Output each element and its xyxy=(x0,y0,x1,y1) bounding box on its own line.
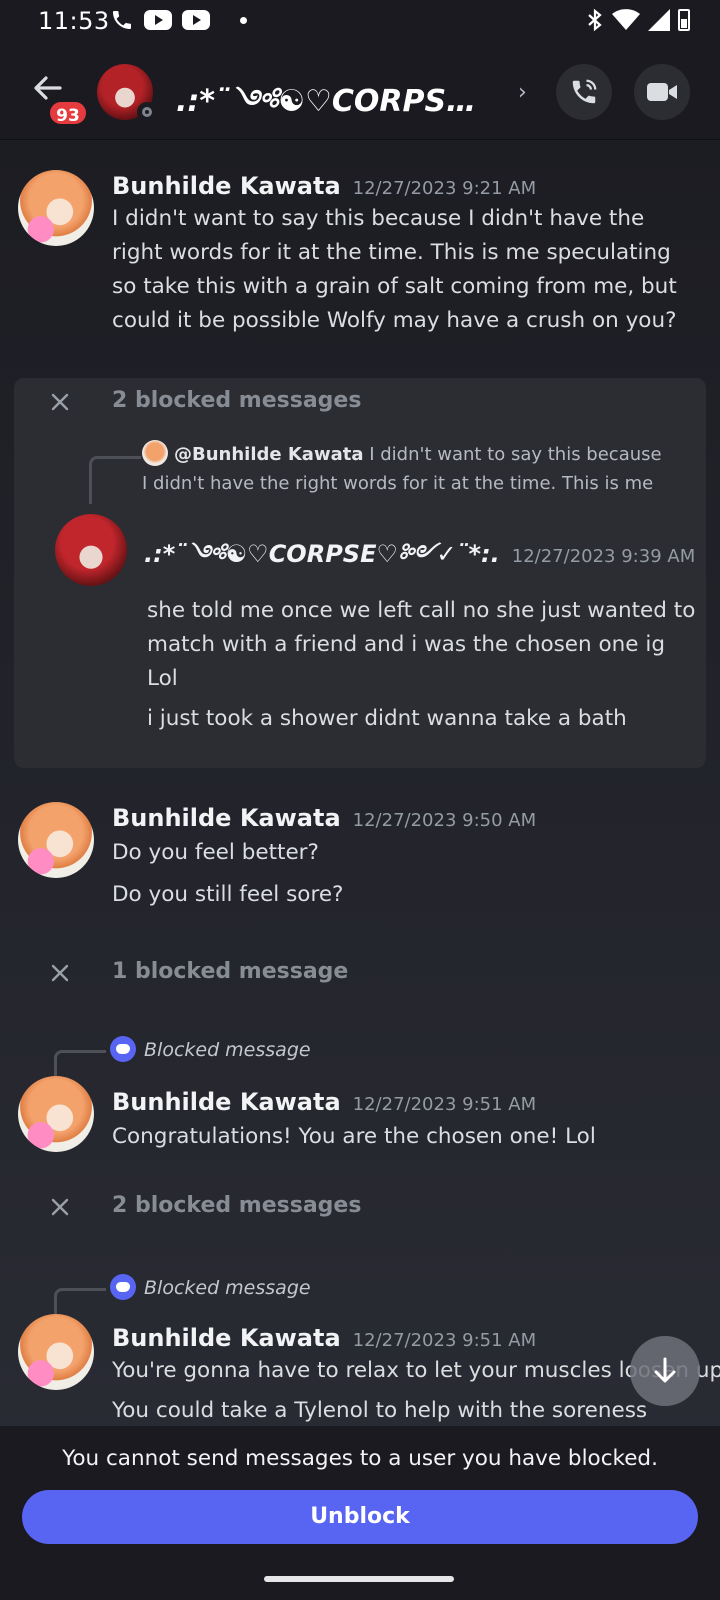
message-author[interactable]: Bunhilde Kawata 12/27/2023 9:51 AM xyxy=(112,1324,536,1352)
blocked-messages-label[interactable]: 2 blocked messages xyxy=(112,388,361,413)
close-icon[interactable] xyxy=(48,390,72,414)
blocked-messages-row[interactable]: 2 blocked messages xyxy=(0,1189,720,1229)
message-timestamp: 12/27/2023 9:21 AM xyxy=(352,178,537,199)
author-name[interactable]: .:*¨༺☯︎♡CORPSE♡༻✓¨*:. xyxy=(144,540,500,568)
blocked-footer: You cannot send messages to a user you h… xyxy=(0,1426,720,1600)
message-author[interactable]: Bunhilde Kawata 12/27/2023 9:50 AM xyxy=(112,804,536,832)
message-line: she told me once we left call no she jus… xyxy=(147,598,696,623)
message-line: Lol xyxy=(147,666,178,691)
blocked-messages-label[interactable]: 2 blocked messages xyxy=(112,1193,361,1218)
author-name[interactable]: Bunhilde Kawata xyxy=(112,1088,341,1116)
status-icons-left xyxy=(110,8,247,32)
author-name[interactable]: Bunhilde Kawata xyxy=(112,1324,341,1352)
youtube-icon xyxy=(182,10,210,30)
message-line: match with a friend and i was the chosen… xyxy=(147,632,665,657)
reply-spine xyxy=(89,456,141,504)
blocked-reply-label: Blocked message xyxy=(144,1277,311,1299)
avatar[interactable] xyxy=(55,514,127,586)
message-author[interactable]: .:*¨༺☯︎♡CORPSE♡༻✓¨*:. 12/27/2023 9:39 AM xyxy=(144,528,695,595)
reply-reference[interactable]: Blocked message xyxy=(110,1274,311,1300)
home-indicator[interactable] xyxy=(264,1576,454,1582)
chat-screen: 11:53 93 .:*¨༺☯︎♡CORPSE♡... › Bunhilde K… xyxy=(0,0,720,1600)
message[interactable]: Blocked message Bunhilde Kawata 12/27/202… xyxy=(0,1274,720,1424)
voice-call-button[interactable] xyxy=(556,64,612,120)
message[interactable]: Bunhilde Kawata 12/27/2023 9:21 AM I didn… xyxy=(0,170,720,350)
unblock-button[interactable]: Unblock xyxy=(22,1490,698,1544)
arrow-down-icon xyxy=(654,1357,676,1383)
chat-header: 93 .:*¨༺☯︎♡CORPSE♡... › xyxy=(0,42,720,140)
reply-text: I didn't want to say this because xyxy=(363,444,662,465)
blocked-messages-row[interactable]: 1 blocked message xyxy=(0,955,720,995)
message-line: Do you feel better? xyxy=(112,840,319,865)
message-line: i just took a shower didnt wanna take a … xyxy=(147,706,627,731)
message[interactable]: Blocked message Bunhilde Kawata 12/27/202… xyxy=(0,1036,720,1156)
message-line: Congratulations! You are the chosen one!… xyxy=(112,1124,596,1149)
blocked-messages-label[interactable]: 1 blocked message xyxy=(112,959,348,984)
presence-indicator xyxy=(137,102,157,122)
message-timestamp: 12/27/2023 9:50 AM xyxy=(352,810,537,831)
close-icon[interactable] xyxy=(48,1195,72,1219)
close-icon[interactable] xyxy=(48,961,72,985)
message-line: Do you still feel sore? xyxy=(112,882,344,907)
message-timestamp: 12/27/2023 9:51 AM xyxy=(352,1094,537,1115)
message-timestamp: 12/27/2023 9:39 AM xyxy=(511,546,696,567)
avatar[interactable] xyxy=(18,170,94,246)
reply-mention: @Bunhilde Kawata xyxy=(174,444,364,465)
youtube-icon xyxy=(144,10,172,30)
avatar[interactable] xyxy=(97,64,157,122)
author-name[interactable]: Bunhilde Kawata xyxy=(112,172,341,200)
phone-status-icon xyxy=(113,11,131,29)
status-time: 11:53 xyxy=(38,7,110,35)
avatar[interactable] xyxy=(18,1076,94,1152)
video-call-button[interactable] xyxy=(634,64,690,120)
unread-badge: 93 xyxy=(47,99,89,127)
author-name[interactable]: Bunhilde Kawata xyxy=(112,804,341,832)
avatar[interactable] xyxy=(18,1314,94,1390)
avatar xyxy=(142,440,168,466)
discord-icon xyxy=(110,1274,136,1300)
chevron-right-icon[interactable]: › xyxy=(518,80,527,105)
status-bar: 11:53 xyxy=(0,0,720,42)
battery-icon xyxy=(678,9,690,31)
video-camera-icon xyxy=(647,83,677,101)
message-content: I didn't want to say this because I didn… xyxy=(112,206,677,333)
blocked-notice: You cannot send messages to a user you h… xyxy=(62,1446,658,1471)
bluetooth-icon xyxy=(588,8,602,32)
reply-reference[interactable]: Blocked message xyxy=(110,1036,311,1062)
channel-title[interactable]: .:*¨༺☯︎♡CORPSE♡... xyxy=(176,68,496,152)
message-line: You could take a Tylenol to help with th… xyxy=(112,1398,648,1423)
avatar[interactable] xyxy=(18,802,94,878)
message[interactable]: Bunhilde Kawata 12/27/2023 9:50 AM Do you… xyxy=(0,802,720,912)
blocked-reply-label: Blocked message xyxy=(144,1039,311,1061)
notification-dot-icon xyxy=(240,16,247,24)
message-timestamp: 12/27/2023 9:51 AM xyxy=(352,1330,537,1351)
message-line: You're gonna have to relax to let your m… xyxy=(112,1358,720,1383)
status-icons-right xyxy=(586,8,690,32)
wifi-icon xyxy=(612,9,640,30)
blocked-messages-panel: 2 blocked messages @Bunhilde Kawata I di… xyxy=(14,378,706,768)
message-author[interactable]: Bunhilde Kawata 12/27/2023 9:21 AM xyxy=(112,172,536,200)
discord-icon xyxy=(110,1036,136,1062)
phone-icon xyxy=(572,79,597,104)
reply-reference[interactable]: @Bunhilde Kawata I didn't want to say th… xyxy=(142,440,662,498)
scroll-to-bottom-button[interactable] xyxy=(630,1336,700,1406)
signal-icon xyxy=(648,9,670,31)
reply-text: I didn't have the right words for it at … xyxy=(142,473,654,494)
message-author[interactable]: Bunhilde Kawata 12/27/2023 9:51 AM xyxy=(112,1088,536,1116)
